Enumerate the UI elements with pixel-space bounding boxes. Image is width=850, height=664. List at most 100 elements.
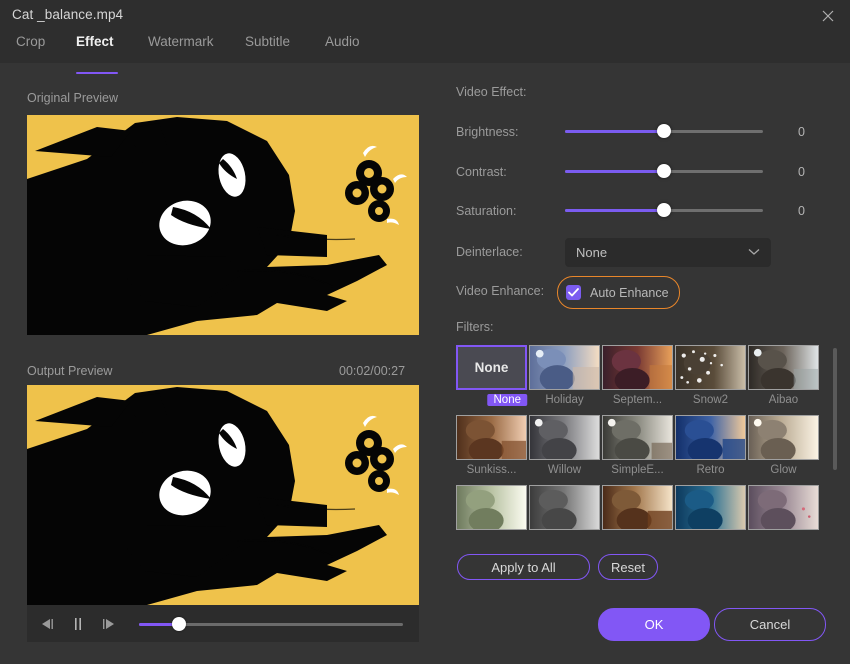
filter-preview-image (530, 486, 599, 529)
brightness-value: 0 (798, 125, 805, 139)
filter-thumbnail-row3-3 (602, 485, 673, 530)
tab-crop[interactable]: Crop (16, 31, 48, 66)
filter-label-aibao: Aibao (768, 394, 799, 406)
filter-thumbnail-row3-2 (529, 485, 600, 530)
original-preview (27, 115, 419, 335)
filter-item-willow[interactable]: Willow (529, 415, 600, 476)
deinterlace-label: Deinterlace: (456, 245, 523, 259)
filter-item-snow2[interactable]: Snow2 (675, 345, 746, 406)
filter-thumbnail-snow2 (675, 345, 746, 390)
apply-to-all-button[interactable]: Apply to All (457, 554, 590, 580)
pause-button[interactable] (63, 609, 93, 639)
filter-label-holiday: Holiday (545, 394, 584, 406)
filter-label-september: Septem... (612, 394, 663, 406)
filters-grid[interactable]: None None Holiday Septem... Snow2 Aibao … (456, 345, 822, 537)
filter-label-snow2: Snow2 (692, 394, 729, 406)
filter-item-row3-2[interactable] (529, 485, 600, 530)
saturation-thumb[interactable] (657, 203, 671, 217)
contrast-slider[interactable] (565, 164, 763, 178)
filter-item-sunkissed[interactable]: Sunkiss... (456, 415, 527, 476)
filter-item-row3-1[interactable] (456, 485, 527, 530)
filter-preview-image (676, 346, 745, 389)
next-frame-icon (103, 618, 114, 629)
filter-thumbnail-aibao (748, 345, 819, 390)
filter-preview-image (457, 486, 526, 529)
filter-label-sunkissed: Sunkiss... (466, 464, 517, 476)
filter-preview-image (530, 416, 599, 459)
filter-none-text: None (474, 360, 509, 375)
filter-preview-image (749, 416, 818, 459)
tab-crop-label: Crop (16, 34, 46, 49)
filter-thumbnail-row3-4 (675, 485, 746, 530)
auto-enhance-highlight: Auto Enhance (557, 276, 680, 309)
filter-label-simpleedge: SimpleE... (611, 464, 664, 476)
video-effect-heading: Video Effect: (456, 85, 527, 99)
filter-thumbnail-holiday (529, 345, 600, 390)
video-effect-dialog: Cat _balance.mp4 Crop Effect Watermark S… (0, 0, 850, 664)
reset-button[interactable]: Reset (598, 554, 658, 580)
filter-preview-image (603, 416, 672, 459)
previous-frame-icon (42, 618, 53, 629)
filter-item-september[interactable]: Septem... (602, 345, 673, 406)
filter-thumbnail-glow (748, 415, 819, 460)
filter-preview-image (603, 486, 672, 529)
tab-audio-label: Audio (325, 34, 360, 49)
tab-audio[interactable]: Audio (325, 31, 363, 66)
tab-effect[interactable]: Effect (76, 31, 118, 74)
brightness-slider[interactable] (565, 124, 763, 138)
title-bar: Cat _balance.mp4 (0, 0, 850, 31)
brightness-fill (565, 129, 664, 133)
filter-label-glow: Glow (770, 464, 797, 476)
playback-progress-slider[interactable] (139, 616, 403, 631)
contrast-label: Contrast: (456, 165, 507, 179)
close-button[interactable] (806, 0, 850, 31)
playback-thumb[interactable] (171, 616, 186, 631)
ok-button[interactable]: OK (598, 608, 710, 641)
filters-scrollbar-thumb[interactable] (833, 348, 837, 470)
filter-item-retro[interactable]: Retro (675, 415, 746, 476)
filter-item-simpleedge[interactable]: SimpleE... (602, 415, 673, 476)
deinterlace-select[interactable]: None (565, 238, 771, 267)
apply-to-all-label: Apply to All (491, 559, 556, 575)
playback-time: 00:02/00:27 (339, 364, 406, 378)
cancel-button[interactable]: Cancel (714, 608, 826, 641)
cat-illustration (27, 115, 419, 335)
filter-item-aibao[interactable]: Aibao (748, 345, 819, 406)
filter-preview-image (676, 416, 745, 459)
filter-item-holiday[interactable]: Holiday (529, 345, 600, 406)
tab-underline (76, 72, 118, 74)
window-title: Cat _balance.mp4 (12, 7, 124, 22)
tab-subtitle[interactable]: Subtitle (245, 31, 293, 66)
filter-item-row3-4[interactable] (675, 485, 746, 530)
contrast-thumb[interactable] (657, 164, 671, 178)
brightness-thumb[interactable] (657, 124, 671, 138)
filter-item-row3-3[interactable] (602, 485, 673, 530)
saturation-label: Saturation: (456, 204, 517, 218)
brightness-label: Brightness: (456, 125, 519, 139)
chevron-down-icon (748, 249, 760, 255)
filter-preview-image (749, 346, 818, 389)
next-frame-button[interactable] (93, 609, 123, 639)
filter-item-glow[interactable]: Glow (748, 415, 819, 476)
filter-item-row3-5[interactable] (748, 485, 819, 530)
filter-thumbnail-sunkissed (456, 415, 527, 460)
ok-label: OK (644, 617, 664, 632)
previous-frame-button[interactable] (33, 609, 63, 639)
deinterlace-value: None (576, 245, 608, 260)
reset-label: Reset (611, 559, 645, 575)
video-enhance-label: Video Enhance: (456, 284, 545, 298)
filter-preview-image (530, 346, 599, 389)
filter-item-none[interactable]: None None (456, 345, 527, 411)
pause-icon (75, 617, 81, 630)
filter-label-none: None (487, 394, 527, 406)
tab-watermark[interactable]: Watermark (148, 31, 214, 66)
filter-label-retro: Retro (696, 464, 725, 476)
auto-enhance-checkbox[interactable] (566, 285, 581, 300)
filter-preview-image (603, 346, 672, 389)
filter-label-willow: Willow (547, 464, 582, 476)
saturation-value: 0 (798, 204, 805, 218)
check-icon (568, 288, 579, 297)
saturation-fill (565, 208, 664, 212)
saturation-slider[interactable] (565, 203, 763, 217)
original-preview-label: Original Preview (27, 91, 119, 105)
